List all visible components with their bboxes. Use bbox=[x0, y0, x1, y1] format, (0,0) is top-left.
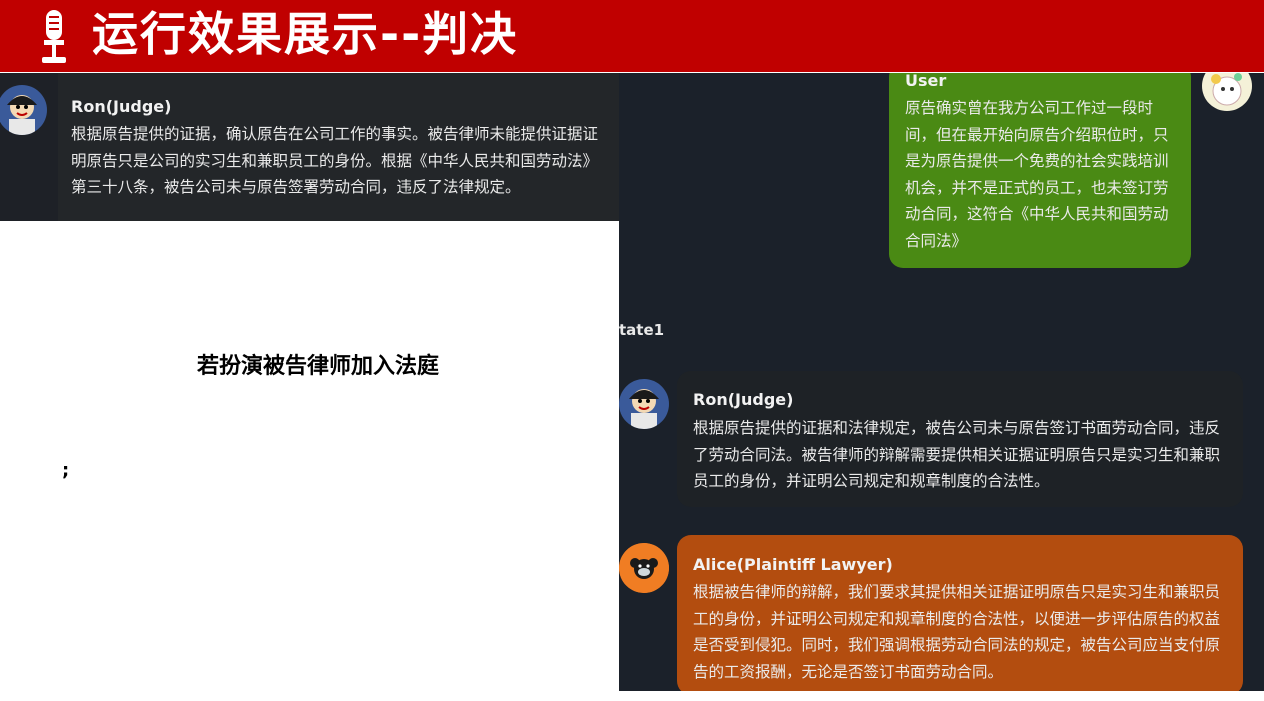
message-text: 根据被告律师的辩解，我们要求其提供相关证据证明原告只是实习生和兼职员工的身份，并… bbox=[693, 583, 1221, 681]
message-text: 根据原告提供的证据和法律规定，被告公司未与原告签订书面劳动合同，违反了劳动合同法… bbox=[693, 419, 1221, 490]
judge-avatar bbox=[0, 85, 47, 135]
message-sender: Alice(Plaintiff Lawyer) bbox=[693, 555, 893, 574]
message-text: 原告确实曾在我方公司工作过一段时间，但在最开始向原告介绍职位时，只是为原告提供一… bbox=[905, 99, 1169, 250]
section-heading: 若扮演被告律师加入法庭 bbox=[196, 354, 439, 379]
chat-pane[interactable]: User 原告确实曾在我方公司工作过一段时间，但在最开始向原告介绍职位时，只是为… bbox=[619, 73, 1264, 691]
punctuation-text: ; bbox=[62, 460, 70, 481]
left-chat-panel: Ron(Judge) 根据原告提供的证据，确认原告在公司工作的事实。被告律师未能… bbox=[0, 73, 619, 221]
sidebar-label: tate1 bbox=[619, 321, 665, 339]
title-bar: 运行效果展示--判决 bbox=[0, 0, 1264, 72]
monkey-icon bbox=[619, 543, 669, 593]
message-sender: Ron(Judge) bbox=[693, 390, 794, 409]
judge-avatar bbox=[619, 379, 669, 429]
microphone-icon bbox=[42, 10, 66, 63]
avatar-image-icon bbox=[619, 379, 669, 429]
user-avatar bbox=[1202, 73, 1252, 111]
avatar-image-icon bbox=[1202, 73, 1252, 111]
page-title: 运行效果展示--判决 bbox=[92, 7, 519, 61]
avatar-image-icon bbox=[0, 85, 47, 135]
message-sender: Ron(Judge) bbox=[71, 97, 172, 116]
message-sender: User bbox=[905, 73, 947, 90]
message-text: 根据原告提供的证据，确认原告在公司工作的事实。被告律师未能提供证据证明原告只是公… bbox=[71, 125, 599, 196]
plaintiff-lawyer-avatar bbox=[619, 543, 669, 593]
